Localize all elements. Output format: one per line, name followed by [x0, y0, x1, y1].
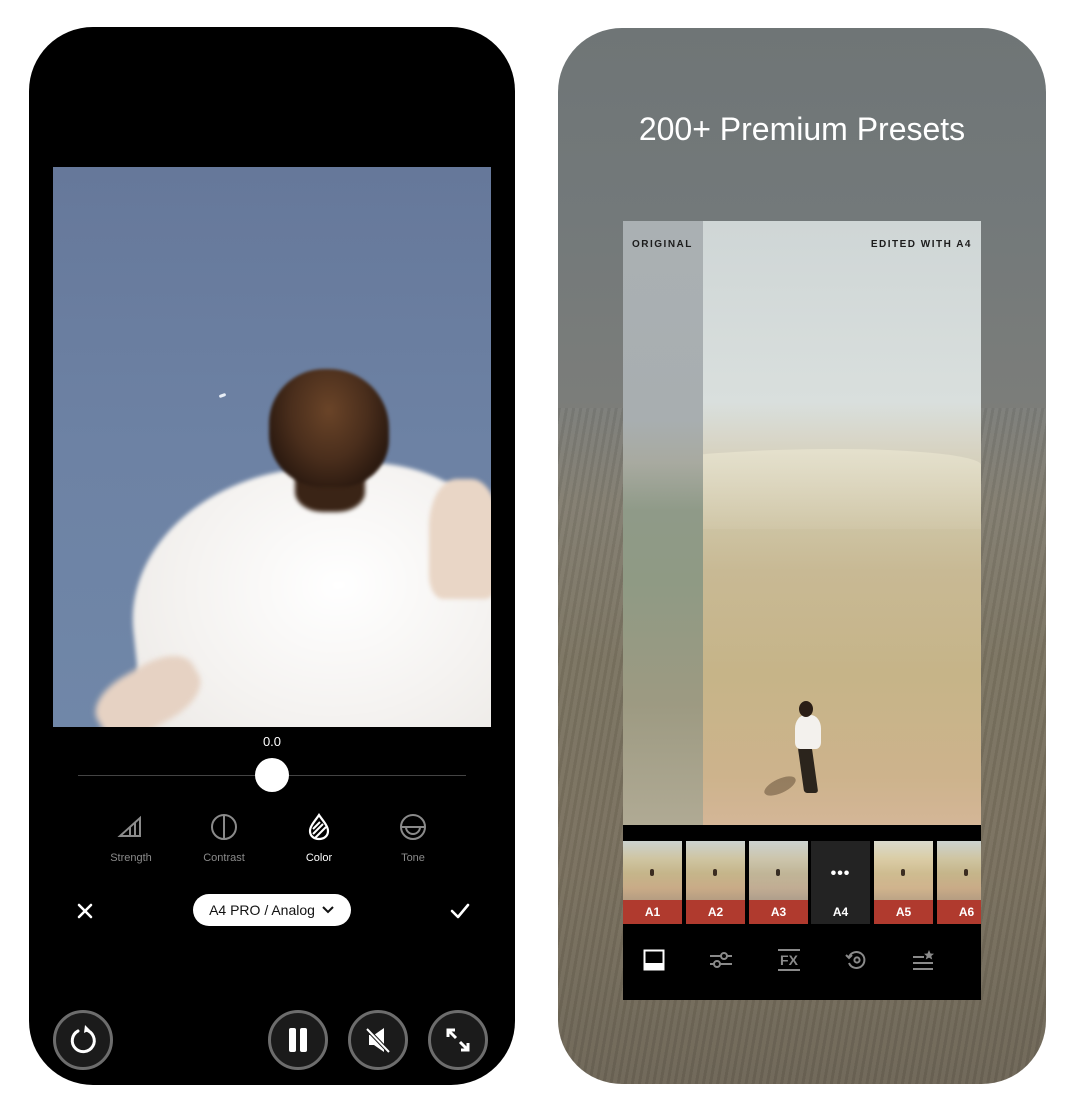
history-icon	[845, 951, 866, 969]
tool-label: Strength	[110, 852, 152, 864]
promo-headline: 200+ Premium Presets	[638, 111, 966, 147]
tool-contrast[interactable]: Contrast	[179, 812, 269, 864]
adjustment-tools: Strength Contrast Color Tone	[29, 812, 515, 872]
replay-icon	[70, 1025, 96, 1054]
right-phone-promo: 200+ Premium Presets ORIGINAL EDITED WIT…	[558, 28, 1046, 1084]
chevron-down-icon	[322, 906, 334, 914]
pause-icon	[289, 1028, 307, 1052]
expand-icon	[446, 1028, 470, 1052]
video-preview[interactable]	[53, 167, 491, 727]
bird-in-sky	[218, 392, 227, 399]
color-drop-icon	[308, 813, 330, 841]
preset-selector-label: A4 PRO / Analog	[209, 902, 315, 918]
mute-button[interactable]	[348, 1010, 408, 1070]
slider-value: 0.0	[262, 734, 282, 749]
preset-frame-icon	[643, 949, 665, 971]
favorites-list-icon	[913, 950, 934, 970]
preset-label: A5	[874, 900, 933, 924]
tone-icon	[400, 814, 426, 840]
tool-label: Color	[305, 852, 333, 864]
preset-thumb-a6[interactable]: A6	[937, 841, 981, 924]
slider-thumb[interactable]	[255, 758, 289, 792]
preset-label: A2	[686, 900, 745, 924]
toolbar-history[interactable]	[841, 945, 871, 975]
confirm-button[interactable]	[447, 899, 473, 923]
preset-label: A1	[623, 900, 682, 924]
toolbar-favorites[interactable]	[908, 945, 938, 975]
speaker-muted-icon	[365, 1027, 391, 1054]
replay-button[interactable]	[53, 1010, 113, 1070]
toolbar-fx[interactable]: FX	[774, 945, 804, 975]
person-arm	[429, 479, 491, 599]
edited-label: EDITED WITH A4	[870, 239, 972, 250]
editor-panel: A1 A2 A3 ••• A4 A5 A6 FX	[623, 825, 981, 1000]
preset-strip[interactable]: A1 A2 A3 ••• A4 A5 A6	[623, 841, 981, 924]
sliders-icon	[710, 952, 732, 968]
preset-thumb-a4[interactable]: ••• A4	[811, 841, 870, 924]
svg-text:FX: FX	[780, 952, 799, 968]
tool-tone[interactable]: Tone	[368, 812, 458, 864]
preset-label: A3	[749, 900, 808, 924]
tool-label: Tone	[401, 852, 425, 864]
tool-label: Contrast	[203, 852, 245, 864]
preset-selector[interactable]: A4 PRO / Analog	[193, 894, 351, 926]
original-photo-strip[interactable]	[623, 221, 703, 825]
fullscreen-button[interactable]	[428, 1010, 488, 1070]
preset-label: A6	[937, 900, 981, 924]
more-options-icon[interactable]: •••	[811, 865, 870, 883]
tool-color[interactable]: Color	[274, 812, 364, 864]
preset-thumb-a2[interactable]: A2	[686, 841, 745, 924]
editor-toolbar: FX	[623, 935, 981, 985]
tool-strength[interactable]: Strength	[86, 812, 176, 864]
left-phone-screen: 0.0 Strength Contrast Color Tone A4 PRO …	[29, 27, 515, 1085]
contrast-icon	[211, 814, 237, 840]
preset-thumb-a3[interactable]: A3	[749, 841, 808, 924]
person-hair	[269, 369, 389, 487]
close-icon	[77, 903, 93, 919]
before-after-comparison[interactable]: ORIGINAL EDITED WITH A4	[623, 221, 981, 825]
preset-label: A4	[811, 900, 870, 924]
fx-icon: FX	[778, 949, 800, 971]
walking-person	[761, 701, 827, 801]
original-label: ORIGINAL	[632, 239, 693, 250]
toolbar-adjust[interactable]	[706, 945, 736, 975]
checkmark-icon	[450, 903, 470, 919]
preset-thumb-a1[interactable]: A1	[623, 841, 682, 924]
preset-thumb-a5[interactable]: A5	[874, 841, 933, 924]
cancel-button[interactable]	[73, 899, 97, 923]
pause-button[interactable]	[268, 1010, 328, 1070]
toolbar-presets[interactable]	[639, 945, 669, 975]
strength-icon	[117, 815, 141, 837]
